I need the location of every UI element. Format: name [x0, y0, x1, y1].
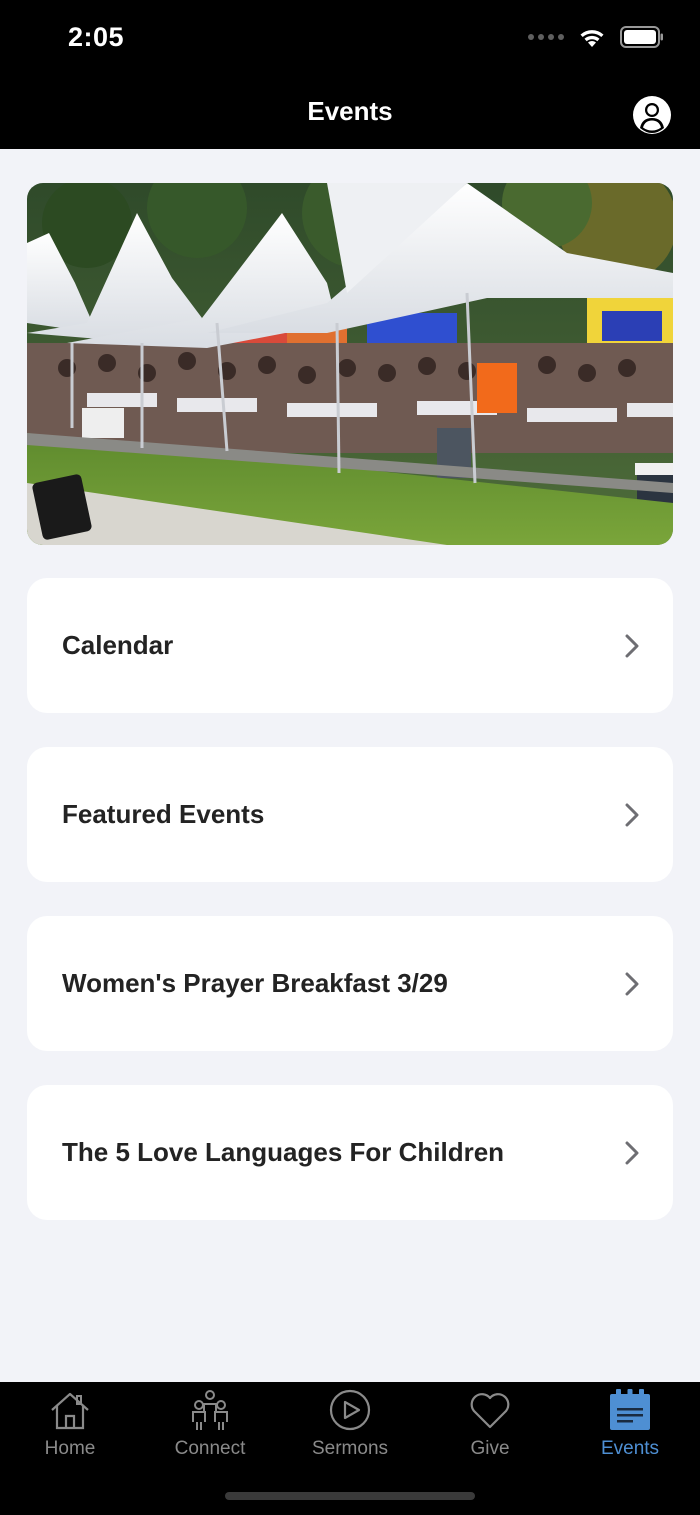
tab-label: Home	[44, 1438, 96, 1459]
list-item-label: Calendar	[62, 630, 174, 660]
tab-sermons[interactable]: Sermons	[280, 1382, 420, 1482]
play-circle-icon	[329, 1389, 371, 1431]
page-title: Events	[307, 96, 393, 126]
list-item-label: Featured Events	[62, 799, 265, 829]
chevron-right-icon	[625, 972, 639, 996]
tab-label: Sermons	[311, 1438, 389, 1459]
tab-home[interactable]: Home	[0, 1382, 140, 1482]
heart-icon	[470, 1393, 510, 1429]
chevron-right-icon	[625, 1141, 639, 1165]
list-item-featured-events[interactable]: Featured Events	[27, 747, 673, 882]
list-item-womens-prayer-breakfast[interactable]: Women's Prayer Breakfast 3/29	[27, 916, 673, 1051]
chevron-right-icon	[625, 803, 639, 827]
status-icons	[528, 26, 664, 48]
house-icon	[51, 1392, 89, 1430]
outdoor-event-tents-photo	[27, 183, 673, 545]
navigation-bar: Events	[0, 80, 700, 149]
chevron-right-icon	[625, 634, 639, 658]
hero-image	[27, 183, 673, 545]
person-circle-icon	[633, 96, 671, 134]
battery-icon	[620, 26, 663, 48]
wifi-icon	[580, 30, 604, 47]
status-time: 2:05	[68, 22, 125, 52]
tab-label: Events	[600, 1438, 660, 1459]
status-bar: 2:05	[0, 0, 700, 80]
people-icon	[192, 1390, 228, 1430]
profile-button[interactable]	[632, 95, 672, 135]
tab-label: Give	[470, 1438, 510, 1459]
list-item-label: The 5 Love Languages For Children	[62, 1137, 505, 1167]
tab-give[interactable]: Give	[420, 1382, 560, 1482]
list-item-calendar[interactable]: Calendar	[27, 578, 673, 713]
list-item-love-languages[interactable]: The 5 Love Languages For Children	[27, 1085, 673, 1220]
home-indicator	[225, 1492, 475, 1500]
cellular-signal-icon	[528, 34, 564, 40]
list-item-label: Women's Prayer Breakfast 3/29	[62, 968, 448, 998]
tab-events[interactable]: Events	[560, 1382, 700, 1482]
calendar-icon	[610, 1389, 650, 1430]
tab-connect[interactable]: Connect	[140, 1382, 280, 1482]
tab-label: Connect	[174, 1438, 246, 1459]
